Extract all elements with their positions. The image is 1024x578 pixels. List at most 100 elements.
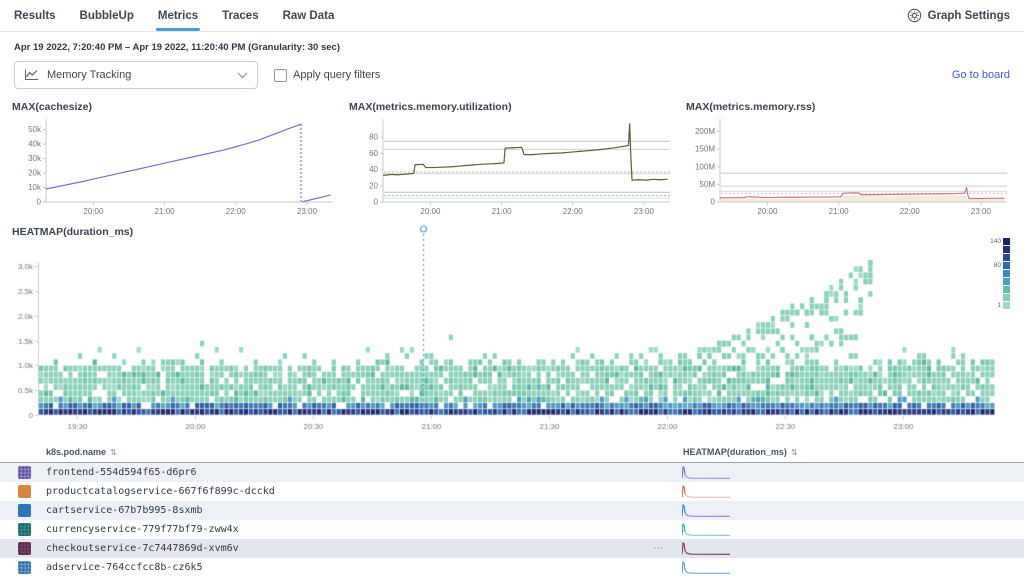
chart-title: MAX(metrics.memory.utilization): [349, 101, 675, 113]
table-row[interactable]: frontend-554d594f65-d6pr6: [0, 463, 1024, 482]
legend-label: 80: [987, 262, 1001, 269]
x-axis-label: 22:00: [563, 207, 584, 216]
legend-swatch: [1003, 278, 1010, 285]
gear-icon: [907, 8, 922, 23]
series-color-swatch: [18, 542, 31, 555]
legend-swatch: [1003, 246, 1010, 253]
memory-utilization-line-chart[interactable]: 02040608020:0021:0022:0023:00: [349, 114, 675, 218]
y-axis-label: 80: [369, 133, 378, 142]
small-charts-row: MAX(cachesize) 0 10k 20k 30k 40k 50k 20:00 21:0…: [0, 89, 1024, 218]
heatmap-canvas[interactable]: [12, 222, 1012, 434]
pod-name: productcatalogservice-667f6f899c-dcckd: [46, 482, 275, 501]
legend-label: 1: [987, 302, 1001, 309]
chart-title: MAX(metrics.memory.rss): [686, 101, 1012, 113]
series-color-swatch: [18, 523, 31, 536]
duration-sparkline: [682, 560, 730, 578]
x-axis-label: 21:00: [829, 207, 850, 216]
y-axis-label: 50k: [28, 125, 42, 134]
memory-rss-line-chart[interactable]: 050M100M150M200M20:0021:0022:0023:00: [686, 114, 1012, 218]
column-header-heatmap-duration[interactable]: HEATMAP(duration_ms) ⇅: [683, 447, 798, 457]
y-axis-label: 50M: [699, 180, 715, 189]
y-axis-label: 0: [711, 198, 716, 207]
graph-settings-label: Graph Settings: [928, 10, 1010, 22]
chart-max-memory-utilization: MAX(metrics.memory.utilization) 02040608…: [349, 101, 675, 218]
legend-swatch: [1003, 262, 1010, 269]
table-header-row: k8s.pod.name ⇅ HEATMAP(duration_ms) ⇅: [0, 444, 1024, 463]
y-axis-label: 0: [37, 198, 42, 207]
query-selector[interactable]: Memory Tracking: [14, 61, 258, 89]
checkbox-label: Apply query filters: [293, 69, 380, 81]
tab-traces[interactable]: Traces: [222, 0, 258, 31]
y-axis-label: 30k: [28, 154, 42, 163]
area-series: [720, 196, 1005, 202]
legend-swatch: [1003, 294, 1010, 301]
query-selector-value: Memory Tracking: [47, 69, 131, 81]
table-row[interactable]: checkoutservice-7c7447869d-xvm6v ⋯: [0, 539, 1024, 558]
x-axis-label: 21:00: [492, 207, 513, 216]
sort-icon[interactable]: ⇅: [791, 448, 798, 457]
table-row[interactable]: cartservice-67b7b995-8sxmb: [0, 501, 1024, 520]
series-cachesize: [46, 124, 301, 189]
heatmap-legend: 140 80 1: [987, 238, 1010, 310]
y-axis-label: 60: [369, 149, 378, 158]
legend-swatch: [1003, 286, 1010, 293]
pod-name: frontend-554d594f65-d6pr6: [46, 463, 197, 482]
pod-table: k8s.pod.name ⇅ HEATMAP(duration_ms) ⇅ fr…: [0, 444, 1024, 577]
tab-results[interactable]: Results: [14, 0, 56, 31]
x-axis-label: 20:00: [83, 207, 104, 216]
legend-swatch: [1003, 270, 1010, 277]
chevron-down-icon: [237, 72, 248, 79]
x-axis-label: 23:00: [634, 207, 655, 216]
pod-name: checkoutservice-7c7447869d-xvm6v: [46, 539, 239, 558]
legend-swatch: [1003, 302, 1010, 309]
series-color-swatch: [18, 466, 31, 479]
table-row[interactable]: productcatalogservice-667f6f899c-dcckd: [0, 482, 1024, 501]
tab-metrics[interactable]: Metrics: [158, 0, 198, 31]
legend-label: 140: [987, 238, 1001, 245]
y-axis-label: 40k: [28, 140, 42, 149]
chart-max-cachesize: MAX(cachesize) 0 10k 20k 30k 40k 50k 20:00 21:0…: [12, 101, 338, 218]
tab-bubbleup[interactable]: BubbleUp: [80, 0, 134, 31]
line-chart-icon: [24, 69, 39, 81]
heatmap-section: HEATMAP(duration_ms) 140 80 1: [12, 222, 1012, 438]
checkbox-box: [274, 69, 287, 82]
y-axis-label: 10k: [28, 183, 42, 192]
pod-name: adservice-764ccfcc8b-cz6k5: [46, 558, 203, 577]
y-axis-label: 20: [369, 181, 378, 190]
go-to-board-link[interactable]: Go to board: [952, 69, 1010, 81]
row-actions-ellipsis-icon[interactable]: ⋯: [653, 539, 664, 558]
table-row[interactable]: adservice-764ccfcc8b-cz6k5: [0, 558, 1024, 577]
x-axis-label: 23:00: [297, 207, 318, 216]
apply-query-filters-checkbox[interactable]: Apply query filters: [274, 69, 380, 82]
legend-swatch: [1003, 254, 1010, 261]
chart-title: MAX(cachesize): [12, 101, 338, 113]
heatmap-title: HEATMAP(duration_ms): [12, 226, 133, 238]
y-axis-label: 20k: [28, 169, 42, 178]
query-controls: Memory Tracking Apply query filters Go t…: [0, 53, 1024, 89]
series-color-swatch: [18, 561, 31, 574]
y-axis-label: 0: [374, 198, 379, 207]
series-color-swatch: [18, 485, 31, 498]
graph-settings-button[interactable]: Graph Settings: [907, 0, 1010, 31]
y-axis-label: 150M: [695, 145, 715, 154]
y-axis-label: 100M: [695, 162, 715, 171]
tab-bar: Results BubbleUp Metrics Traces Raw Data: [14, 0, 358, 31]
sort-icon[interactable]: ⇅: [110, 448, 117, 457]
series-cachesize-tail: [302, 195, 330, 202]
table-body: frontend-554d594f65-d6pr6productcatalogs…: [0, 463, 1024, 577]
top-nav: Results BubbleUp Metrics Traces Raw Data Gra…: [0, 0, 1024, 32]
x-axis-label: 22:00: [226, 207, 247, 216]
tab-raw-data[interactable]: Raw Data: [283, 0, 335, 31]
time-range-label: Apr 19 2022, 7:20:40 PM – Apr 19 2022, 1…: [0, 32, 1024, 53]
legend-swatch: [1003, 238, 1010, 245]
x-axis-label: 22:00: [900, 207, 921, 216]
cachesize-line-chart[interactable]: 0 10k 20k 30k 40k 50k 20:00 21:00 22:00 23:00: [12, 114, 338, 218]
x-axis-label: 21:00: [155, 207, 176, 216]
x-axis-label: 20:00: [420, 207, 441, 216]
column-header-pod-name[interactable]: k8s.pod.name ⇅: [46, 447, 117, 457]
metrics-page: Results BubbleUp Metrics Traces Raw Data Gra…: [0, 0, 1024, 578]
series-color-swatch: [18, 504, 31, 517]
table-row[interactable]: currencyservice-779f77bf79-zww4x: [0, 520, 1024, 539]
x-axis-label: 23:00: [971, 207, 992, 216]
pod-name: currencyservice-779f77bf79-zww4x: [46, 520, 239, 539]
